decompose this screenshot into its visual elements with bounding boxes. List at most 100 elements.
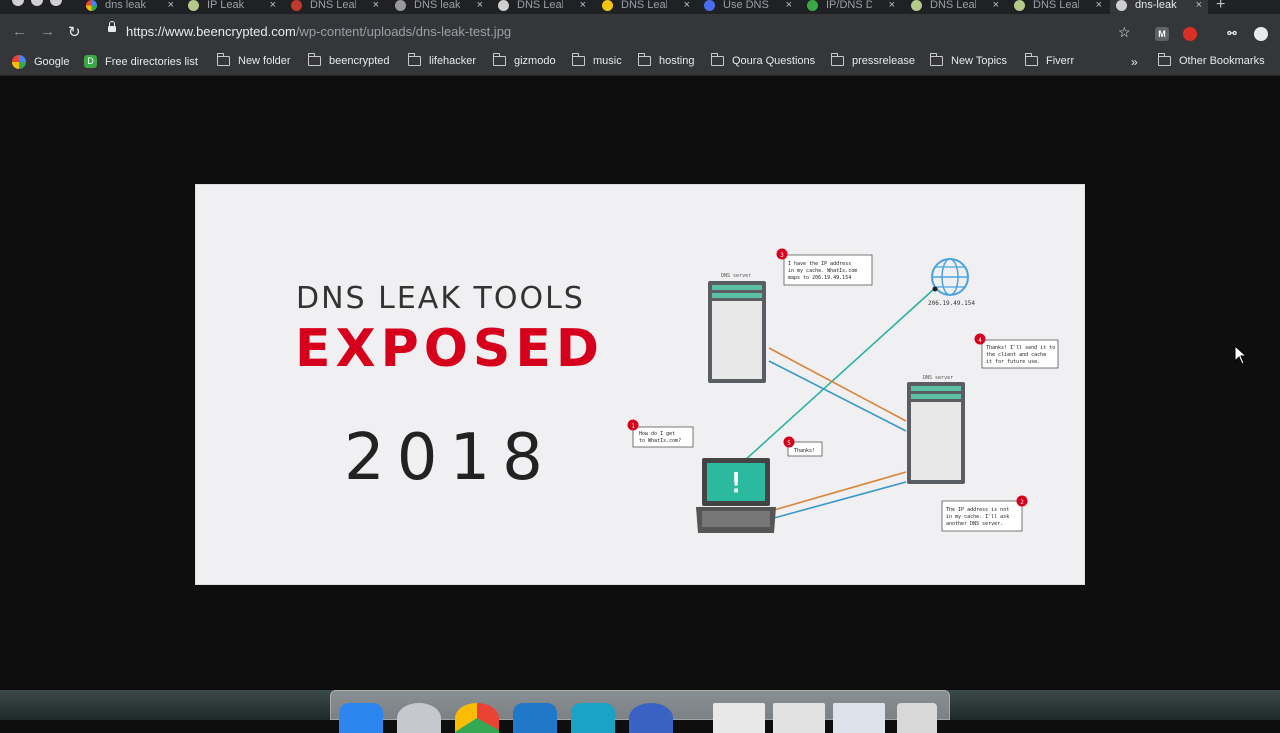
bookmark-fiverr[interactable]: Fiverr — [1025, 53, 1074, 67]
directory-icon: D — [84, 55, 97, 68]
url-text[interactable]: https://www.beencrypted.com/wp-content/u… — [126, 24, 511, 39]
tab-title: DNS leak — [414, 0, 460, 11]
browser-tab[interactable]: IP/DNS D × — [801, 0, 901, 14]
close-window-icon[interactable] — [12, 0, 24, 6]
globe-icon — [931, 258, 969, 296]
tab-title: IP/DNS D — [826, 0, 872, 11]
dns-server-right: DNS server — [907, 375, 965, 484]
new-tab-button[interactable]: + — [1216, 0, 1225, 14]
bookmark-label: music — [593, 55, 622, 67]
trash-icon[interactable] — [897, 703, 937, 733]
folder-icon — [408, 53, 421, 66]
chrome-icon[interactable] — [455, 703, 499, 733]
close-tab-icon[interactable]: × — [993, 0, 999, 11]
minimize-window-icon[interactable] — [31, 0, 43, 6]
close-tab-icon[interactable]: × — [580, 0, 586, 11]
bookmarks-bar: Google D Free directories list New folder be… — [0, 50, 1280, 76]
forward-button[interactable]: → — [40, 23, 55, 40]
url-host: https://www.beencrypted.com — [126, 24, 296, 39]
extension-puzzle-icon[interactable]: ⚯ — [1225, 27, 1239, 41]
folder-icon — [930, 53, 943, 66]
browser-tab[interactable]: dns-leak × — [1110, 0, 1208, 14]
bookmark-free-directories-list[interactable]: D Free directories list — [84, 55, 198, 68]
dns-server-label: DNS server — [923, 375, 953, 381]
app-globe-icon[interactable] — [629, 703, 673, 733]
finder-icon[interactable] — [339, 703, 383, 733]
word-icon[interactable] — [513, 703, 557, 733]
blue-icon — [704, 0, 715, 11]
address-bar[interactable]: https://www.beencrypted.com/wp-content/u… — [98, 19, 1144, 45]
bookmark-beencrypted[interactable]: beencrypted — [308, 53, 390, 67]
window-thumbnail-1[interactable] — [713, 703, 765, 733]
close-tab-icon[interactable]: × — [373, 0, 379, 11]
folder-icon — [493, 53, 506, 66]
bookmark-label: Qoura Questions — [732, 55, 816, 67]
bookmark-new-folder[interactable]: New folder — [217, 53, 291, 67]
arrow-laptop-to-dns2 — [773, 471, 907, 511]
other-bookmarks-folder[interactable]: Other Bookmarks — [1158, 53, 1265, 67]
tab-title: DNS Leak — [310, 0, 356, 11]
close-tab-icon[interactable]: × — [786, 0, 792, 11]
extension-m-icon[interactable]: M — [1155, 27, 1169, 41]
bookmark-qoura-questions[interactable]: Qoura Questions — [711, 53, 816, 67]
back-button[interactable]: ← — [12, 23, 27, 40]
bookmark-label: pressrelease — [852, 55, 915, 67]
arrow-dns2-to-laptop — [773, 481, 907, 519]
close-tab-icon[interactable]: × — [684, 0, 690, 11]
tab-title: DNS Leak — [517, 0, 563, 11]
reload-button[interactable]: ↻ — [68, 23, 81, 41]
bubble-5-number: 5 — [787, 440, 791, 447]
window-thumbnail-3[interactable] — [833, 703, 885, 733]
zoom-window-icon[interactable] — [50, 0, 62, 6]
browser-tab[interactable]: Use DNS × — [698, 0, 798, 14]
browser-tab[interactable]: DNS Leak × — [596, 0, 696, 14]
bookmark-label: lifehacker — [429, 55, 477, 67]
profile-avatar[interactable] — [1254, 27, 1268, 41]
close-tab-icon[interactable]: × — [270, 0, 276, 11]
browser-tab[interactable]: dns leak × — [80, 0, 180, 14]
browser-tab[interactable]: DNS Leak × — [905, 0, 1005, 14]
bookmark-google[interactable]: Google — [12, 55, 69, 69]
bookmark-lifehacker[interactable]: lifehacker — [408, 53, 477, 67]
browser-tab[interactable]: DNS Leak × — [1008, 0, 1108, 14]
bookmark-label: beencrypted — [329, 55, 390, 67]
close-tab-icon[interactable]: × — [477, 0, 483, 11]
lock-icon[interactable] — [108, 21, 116, 32]
bubble-1: 1 How do I get to WhatIs.com? — [627, 419, 694, 448]
dns-diagram: DNS server DNS server 206.19.49.154 ! 1 … — [627, 248, 1059, 533]
page-icon — [1116, 0, 1127, 11]
bookmark-new-topics[interactable]: New Topics — [930, 53, 1008, 67]
bubble-3-number: 3 — [780, 252, 784, 259]
app-s-icon[interactable] — [571, 703, 615, 733]
launchpad-icon[interactable] — [397, 703, 441, 733]
bookmark-label: New Topics — [951, 55, 1008, 67]
tab-title: DNS Leak — [930, 0, 976, 11]
shield-icon — [1014, 0, 1025, 11]
bubble-5-line-1: Thanks! — [794, 448, 815, 454]
browser-tab[interactable]: DNS Leak × — [285, 0, 385, 14]
close-tab-icon[interactable]: × — [889, 0, 895, 11]
browser-tab[interactable]: DNS leak × — [389, 0, 489, 14]
close-tab-icon[interactable]: × — [168, 0, 174, 11]
other-bookmarks-label: Other Bookmarks — [1179, 55, 1265, 67]
bookmark-music[interactable]: music — [572, 53, 622, 67]
bookmark-pressrelease[interactable]: pressrelease — [831, 53, 915, 67]
close-tab-icon[interactable]: × — [1196, 0, 1202, 11]
close-tab-icon[interactable]: × — [1096, 0, 1102, 11]
browser-tab[interactable]: DNS Leak × — [492, 0, 592, 14]
folder-icon — [1158, 53, 1171, 66]
dns-server-label: DNS server — [721, 273, 751, 279]
bookmark-label: hosting — [659, 55, 695, 67]
tool-icon — [395, 0, 406, 11]
bookmark-gizmodo[interactable]: gizmodo — [493, 53, 556, 67]
browser-tab[interactable]: IP Leak × — [182, 0, 282, 14]
dns-leak-image: DNS LEAK TOOLS EXPOSED 2018 DNS server D… — [195, 184, 1085, 585]
bookmarks-overflow-button[interactable]: » — [1131, 55, 1138, 69]
bubble-1-number: 1 — [631, 423, 635, 430]
bookmark-hosting[interactable]: hosting — [638, 53, 695, 67]
tab-title: Use DNS — [723, 0, 769, 11]
bookmark-star-icon[interactable]: ☆ — [1118, 24, 1131, 41]
folder-icon — [1025, 53, 1038, 66]
extension-shield-icon[interactable] — [1183, 27, 1197, 41]
window-thumbnail-2[interactable] — [773, 703, 825, 733]
